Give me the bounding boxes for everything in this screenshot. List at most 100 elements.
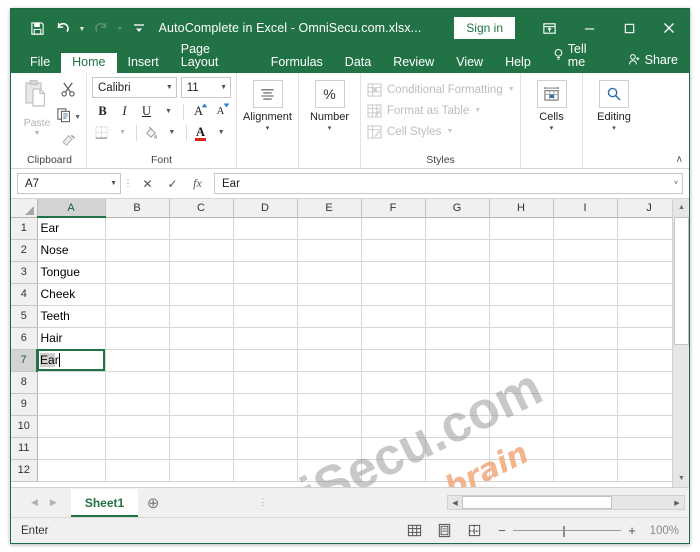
- tab-formulas[interactable]: Formulas: [260, 53, 334, 74]
- cell-G2[interactable]: [425, 239, 490, 262]
- cell-styles-caret[interactable]: ▼: [446, 128, 453, 135]
- cell-I1[interactable]: [553, 217, 618, 240]
- alignment-caret[interactable]: ▾: [266, 124, 270, 132]
- save-icon[interactable]: [25, 16, 49, 40]
- conditional-formatting-caret[interactable]: ▼: [508, 86, 515, 93]
- cell-F9[interactable]: [361, 393, 426, 416]
- cell-C11[interactable]: [169, 437, 234, 460]
- normal-view-icon[interactable]: [401, 521, 427, 541]
- zoom-control[interactable]: − + 100%: [497, 523, 679, 538]
- cell-G12[interactable]: [425, 459, 490, 482]
- row-header-1[interactable]: 1: [11, 217, 38, 240]
- row-header-5[interactable]: 5: [11, 305, 38, 328]
- cell-E3[interactable]: [297, 261, 362, 284]
- cell-A6[interactable]: Hair: [37, 327, 106, 350]
- zoom-out-button[interactable]: −: [497, 523, 507, 538]
- row-header-2[interactable]: 2: [11, 239, 38, 262]
- horizontal-scrollbar-thumb[interactable]: [462, 496, 612, 509]
- font-name-combo[interactable]: Calibri ▼: [92, 77, 177, 98]
- cells-caret[interactable]: ▾: [550, 124, 554, 132]
- cell-F1[interactable]: [361, 217, 426, 240]
- increase-font-size-button[interactable]: A: [188, 101, 209, 122]
- cell-H3[interactable]: [489, 261, 554, 284]
- confirm-entry-button[interactable]: ✓: [160, 173, 185, 195]
- col-header-D[interactable]: D: [233, 199, 298, 218]
- row-header-7[interactable]: 7: [11, 349, 38, 372]
- cell-B1[interactable]: [105, 217, 170, 240]
- share-button[interactable]: Share: [617, 50, 689, 74]
- cell-F2[interactable]: [361, 239, 426, 262]
- cell-D4[interactable]: [233, 283, 298, 306]
- col-header-A[interactable]: A: [37, 199, 106, 218]
- cell-B8[interactable]: [105, 371, 170, 394]
- cell-G1[interactable]: [425, 217, 490, 240]
- cell-I3[interactable]: [553, 261, 618, 284]
- customize-qat-icon[interactable]: [127, 16, 151, 40]
- cell-A8[interactable]: [37, 371, 106, 394]
- cell-D11[interactable]: [233, 437, 298, 460]
- cell-E8[interactable]: [297, 371, 362, 394]
- cell-D9[interactable]: [233, 393, 298, 416]
- font-color-dropdown-caret[interactable]: ▼: [211, 122, 231, 143]
- scroll-up-button[interactable]: ▲: [673, 199, 689, 216]
- cell-B12[interactable]: [105, 459, 170, 482]
- cell-C2[interactable]: [169, 239, 234, 262]
- cell-D7[interactable]: [233, 349, 298, 372]
- scroll-down-button[interactable]: ▼: [673, 470, 689, 487]
- cell-I5[interactable]: [553, 305, 618, 328]
- cell-D12[interactable]: [233, 459, 298, 482]
- cell-F12[interactable]: [361, 459, 426, 482]
- number-caret[interactable]: ▾: [328, 124, 332, 132]
- cell-E1[interactable]: [297, 217, 362, 240]
- cell-E4[interactable]: [297, 283, 362, 306]
- cell-E11[interactable]: [297, 437, 362, 460]
- cell-H9[interactable]: [489, 393, 554, 416]
- cell-F3[interactable]: [361, 261, 426, 284]
- cell-B5[interactable]: [105, 305, 170, 328]
- col-header-I[interactable]: I: [553, 199, 618, 218]
- cell-F10[interactable]: [361, 415, 426, 438]
- cell-D5[interactable]: [233, 305, 298, 328]
- cell-E9[interactable]: [297, 393, 362, 416]
- cell-I12[interactable]: [553, 459, 618, 482]
- undo-dropdown-caret[interactable]: ▼: [77, 17, 87, 39]
- cell-I7[interactable]: [553, 349, 618, 372]
- cell-A4[interactable]: Cheek: [37, 283, 106, 306]
- cell-C9[interactable]: [169, 393, 234, 416]
- cell-B2[interactable]: [105, 239, 170, 262]
- sheet-tab-sheet1[interactable]: Sheet1: [70, 488, 139, 517]
- cell-E5[interactable]: [297, 305, 362, 328]
- borders-dropdown-caret[interactable]: ▼: [113, 122, 133, 143]
- formula-input[interactable]: Ear ˅: [214, 173, 683, 194]
- cell-D3[interactable]: [233, 261, 298, 284]
- cut-button[interactable]: [60, 81, 77, 103]
- row-header-12[interactable]: 12: [11, 459, 38, 482]
- cell-F6[interactable]: [361, 327, 426, 350]
- previous-sheet-button[interactable]: ◀: [31, 497, 38, 508]
- tab-file[interactable]: File: [19, 53, 61, 74]
- cell-G4[interactable]: [425, 283, 490, 306]
- cell-B9[interactable]: [105, 393, 170, 416]
- add-sheet-button[interactable]: ⊕: [138, 494, 168, 512]
- cell-E12[interactable]: [297, 459, 362, 482]
- cell-A10[interactable]: [37, 415, 106, 438]
- cell-C5[interactable]: [169, 305, 234, 328]
- undo-icon[interactable]: [51, 16, 75, 40]
- row-header-9[interactable]: 9: [11, 393, 38, 416]
- format-as-table-button[interactable]: Format as Table ▼: [366, 100, 515, 121]
- cells-button[interactable]: Cells ▾: [526, 77, 577, 152]
- vertical-scrollbar-thumb[interactable]: [674, 217, 689, 345]
- tab-page-layout[interactable]: Page Layout: [170, 40, 260, 73]
- cell-B6[interactable]: [105, 327, 170, 350]
- row-header-11[interactable]: 11: [11, 437, 38, 460]
- conditional-formatting-button[interactable]: Conditional Formatting ▼: [366, 79, 515, 100]
- cell-B10[interactable]: [105, 415, 170, 438]
- cell-F11[interactable]: [361, 437, 426, 460]
- cell-C7[interactable]: [169, 349, 234, 372]
- cell-C4[interactable]: [169, 283, 234, 306]
- cell-F7[interactable]: [361, 349, 426, 372]
- cell-E10[interactable]: [297, 415, 362, 438]
- cell-H1[interactable]: [489, 217, 554, 240]
- cell-C10[interactable]: [169, 415, 234, 438]
- col-header-F[interactable]: F: [361, 199, 426, 218]
